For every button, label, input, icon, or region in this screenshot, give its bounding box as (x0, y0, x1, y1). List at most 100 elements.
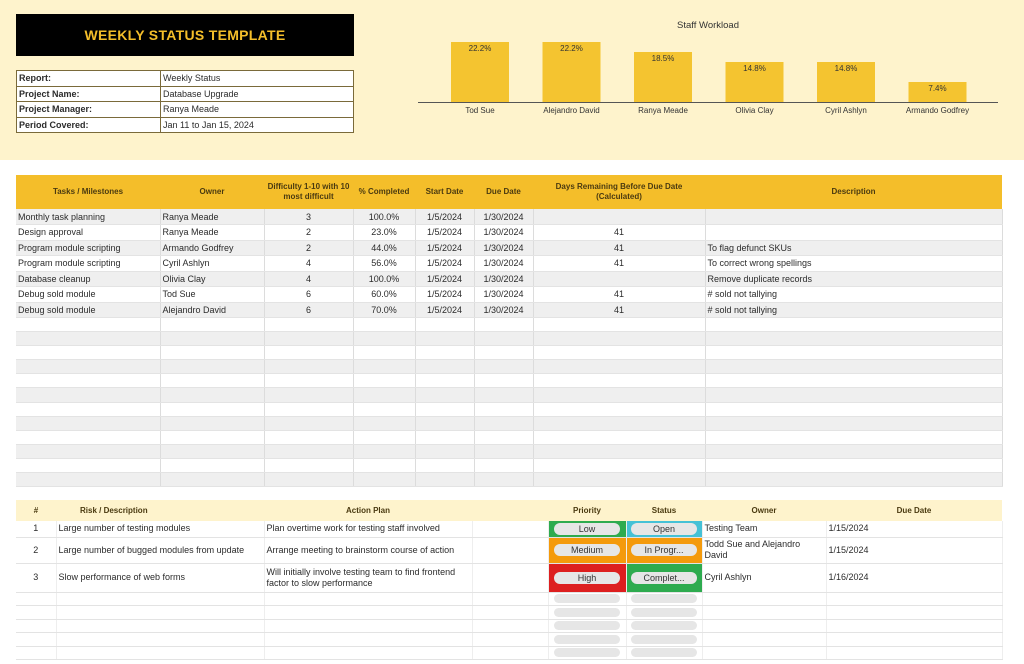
task-cell[interactable]: Olivia Clay (160, 271, 265, 287)
task-cell[interactable] (160, 373, 265, 389)
risk-cell[interactable] (626, 632, 703, 647)
task-cell[interactable] (16, 402, 161, 417)
task-cell[interactable]: 1/5/2024 (415, 209, 475, 225)
risk-action-plan[interactable]: Plan overtime work for testing staff inv… (264, 521, 473, 538)
priority-dropdown[interactable] (554, 621, 620, 631)
risk-description[interactable]: Large number of testing modules (56, 521, 265, 538)
risk-cell[interactable] (472, 632, 549, 647)
task-cell[interactable] (264, 373, 354, 389)
risk-cell[interactable] (472, 592, 549, 606)
risk-cell[interactable] (56, 632, 265, 647)
task-cell[interactable] (705, 444, 1003, 459)
risk-description[interactable]: Large number of bugged modules from upda… (56, 537, 265, 564)
task-cell[interactable] (16, 387, 161, 403)
priority-dropdown[interactable] (554, 634, 620, 644)
task-cell[interactable] (353, 458, 416, 474)
task-cell[interactable] (160, 359, 265, 375)
task-cell[interactable] (16, 416, 161, 431)
task-cell[interactable] (705, 387, 1003, 403)
task-cell[interactable]: Cyril Ashlyn (160, 255, 265, 272)
task-cell[interactable]: Remove duplicate records (705, 271, 1003, 287)
task-cell[interactable] (16, 430, 161, 445)
risk-cell[interactable] (16, 605, 57, 620)
task-cell[interactable] (415, 444, 475, 459)
task-cell[interactable]: 1/5/2024 (415, 286, 475, 303)
task-cell[interactable]: To correct wrong spellings (705, 255, 1003, 272)
task-cell[interactable] (264, 317, 354, 333)
task-cell[interactable] (415, 317, 475, 333)
task-cell[interactable] (264, 331, 354, 347)
task-cell[interactable] (160, 317, 265, 333)
task-cell[interactable]: 2 (264, 224, 354, 241)
task-cell[interactable]: 44.0% (353, 240, 416, 256)
status-cell[interactable]: Complet... (626, 563, 703, 593)
risk-cell[interactable] (548, 646, 627, 660)
task-cell[interactable] (16, 317, 161, 333)
task-cell[interactable] (474, 373, 534, 389)
task-cell[interactable]: Monthly task planning (16, 209, 161, 225)
risk-cell[interactable] (56, 592, 265, 606)
task-cell[interactable]: 41 (533, 255, 706, 272)
task-cell[interactable] (353, 387, 416, 403)
task-cell[interactable]: 1/30/2024 (474, 286, 534, 303)
task-cell[interactable] (474, 458, 534, 474)
task-cell[interactable]: 41 (533, 224, 706, 241)
risk-due-date[interactable]: 1/16/2024 (826, 563, 1003, 593)
task-cell[interactable]: 60.0% (353, 286, 416, 303)
task-cell[interactable] (533, 387, 706, 403)
task-cell[interactable]: Tod Sue (160, 286, 265, 303)
task-cell[interactable] (533, 444, 706, 459)
task-cell[interactable]: Program module scripting (16, 240, 161, 256)
risk-cell[interactable] (702, 646, 827, 660)
task-cell[interactable]: 41 (533, 302, 706, 318)
task-cell[interactable] (16, 444, 161, 459)
risk-cell[interactable] (16, 632, 57, 647)
risk-cell[interactable] (472, 646, 549, 660)
risk-cell[interactable] (56, 619, 265, 633)
risk-cell[interactable] (702, 632, 827, 647)
task-cell[interactable] (264, 472, 354, 488)
task-cell[interactable] (415, 416, 475, 431)
task-cell[interactable]: 1/30/2024 (474, 224, 534, 241)
task-cell[interactable] (415, 345, 475, 361)
task-cell[interactable] (264, 458, 354, 474)
task-cell[interactable] (353, 472, 416, 488)
risk-cell[interactable] (264, 619, 473, 633)
task-cell[interactable]: Alejandro David (160, 302, 265, 318)
task-cell[interactable]: # sold not tallying (705, 286, 1003, 303)
task-cell[interactable] (474, 331, 534, 347)
risk-cell[interactable] (264, 632, 473, 647)
risk-cell[interactable] (626, 605, 703, 620)
task-cell[interactable] (474, 345, 534, 361)
task-cell[interactable] (16, 345, 161, 361)
task-cell[interactable]: 1/5/2024 (415, 224, 475, 241)
priority-dropdown[interactable] (554, 648, 620, 658)
task-cell[interactable] (533, 458, 706, 474)
task-cell[interactable] (705, 472, 1003, 488)
task-cell[interactable] (353, 402, 416, 417)
task-cell[interactable] (705, 317, 1003, 333)
task-cell[interactable] (353, 317, 416, 333)
task-cell[interactable] (474, 416, 534, 431)
task-cell[interactable] (415, 373, 475, 389)
risk-cell[interactable] (264, 605, 473, 620)
task-cell[interactable] (353, 444, 416, 459)
task-cell[interactable] (264, 402, 354, 417)
task-cell[interactable] (705, 331, 1003, 347)
task-cell[interactable] (353, 345, 416, 361)
risk-cell[interactable] (548, 619, 627, 633)
risk-action-plan[interactable]: Arrange meeting to brainstorm course of … (264, 537, 473, 564)
task-cell[interactable] (264, 444, 354, 459)
task-cell[interactable]: Program module scripting (16, 255, 161, 272)
risk-cell[interactable] (826, 632, 1003, 647)
risk-cell[interactable] (702, 619, 827, 633)
task-cell[interactable] (474, 317, 534, 333)
task-cell[interactable] (705, 458, 1003, 474)
task-cell[interactable] (160, 458, 265, 474)
task-cell[interactable] (264, 430, 354, 445)
risk-due-date[interactable]: 1/15/2024 (826, 537, 1003, 564)
task-cell[interactable] (353, 430, 416, 445)
task-cell[interactable] (160, 472, 265, 488)
task-cell[interactable]: Debug sold module (16, 286, 161, 303)
task-cell[interactable] (533, 345, 706, 361)
